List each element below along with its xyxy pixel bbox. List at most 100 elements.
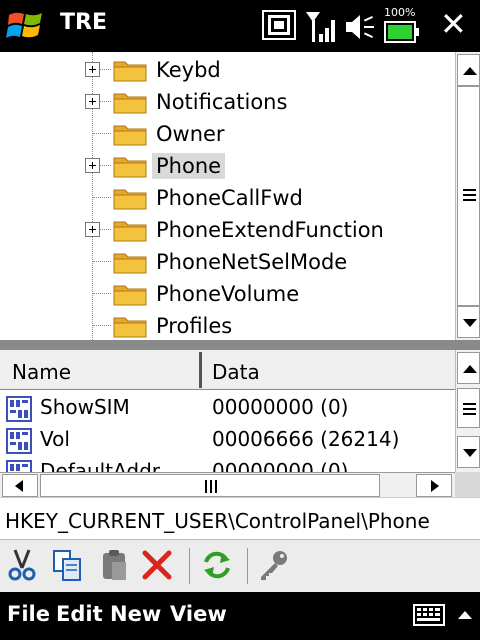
keyboard-sip-icon[interactable] xyxy=(413,604,445,626)
arrow-right-icon xyxy=(431,480,439,492)
tree-item-label: Notifications xyxy=(156,90,288,114)
tree-item-label: PhoneCallFwd xyxy=(156,186,303,210)
expand-plus-icon[interactable] xyxy=(85,158,100,173)
list-scroll-down-button[interactable] xyxy=(457,436,480,468)
arrow-up-icon xyxy=(463,365,477,373)
arrow-down-icon xyxy=(463,449,477,457)
value-name: DefaultAddr xyxy=(40,459,161,472)
registry-values-list[interactable]: Name Data ShowSIM 00000000 (0) Vol 00006666… xyxy=(0,350,455,472)
tree-scroll-down-button[interactable] xyxy=(457,306,480,338)
copy-icon[interactable] xyxy=(50,548,84,582)
toolbar xyxy=(0,539,480,592)
close-icon[interactable]: ✕ xyxy=(440,6,467,42)
tree-connector xyxy=(93,261,111,262)
keyboard-indicator-icon[interactable] xyxy=(262,10,296,40)
menu-view[interactable]: View xyxy=(170,602,227,626)
tree-scroll-thumb[interactable] xyxy=(457,86,480,306)
signal-icon[interactable] xyxy=(304,10,338,44)
scroll-right-button[interactable] xyxy=(416,474,452,497)
paste-icon[interactable] xyxy=(98,548,132,582)
tree-item-label: Keybd xyxy=(156,58,221,82)
list-item[interactable]: ShowSIM 00000000 (0) xyxy=(0,392,455,424)
folder-icon xyxy=(113,154,147,178)
arrow-left-icon xyxy=(15,480,23,492)
value-data: 00006666 (26214) xyxy=(212,427,400,451)
list-item[interactable]: Vol 00006666 (26214) xyxy=(0,424,455,456)
tree-connector xyxy=(93,133,111,134)
tree-vertical-scrollbar[interactable] xyxy=(455,52,480,340)
tree-item-label: Phone xyxy=(152,153,226,179)
folder-icon xyxy=(113,186,147,210)
cut-icon[interactable] xyxy=(5,548,39,582)
toolbar-separator xyxy=(247,548,248,584)
list-header: Name Data xyxy=(0,350,455,390)
battery-icon[interactable] xyxy=(384,20,420,44)
tree-item-label: PhoneNetSelMode xyxy=(156,250,348,274)
key-icon[interactable] xyxy=(256,548,290,582)
value-name: Vol xyxy=(40,427,70,451)
tree-item[interactable]: Phone xyxy=(0,149,455,181)
toolbar-separator xyxy=(189,548,190,584)
registry-value-icon xyxy=(6,460,32,472)
tree-scroll-up-button[interactable] xyxy=(457,54,480,86)
column-header-data[interactable]: Data xyxy=(212,360,260,384)
delete-icon[interactable] xyxy=(140,548,174,582)
value-name: ShowSIM xyxy=(40,395,130,419)
volume-icon[interactable] xyxy=(344,12,376,42)
tree-item-label: PhoneExtendFunction xyxy=(156,218,384,242)
horizontal-scroll-thumb[interactable] xyxy=(40,474,380,497)
menu-new[interactable]: New xyxy=(110,602,161,626)
menu-file[interactable]: File xyxy=(7,602,50,626)
column-separator[interactable] xyxy=(199,352,202,388)
column-header-name[interactable]: Name xyxy=(12,360,71,384)
registry-value-icon xyxy=(6,428,32,454)
menu-edit[interactable]: Edit xyxy=(56,602,103,626)
tree-item[interactable]: Profiles xyxy=(0,309,455,340)
folder-icon xyxy=(113,90,147,114)
folder-icon xyxy=(113,250,147,274)
folder-icon xyxy=(113,58,147,82)
list-vertical-scrollbar[interactable] xyxy=(455,350,480,472)
folder-icon xyxy=(113,314,147,338)
tree-connector xyxy=(93,325,111,326)
tree-item-label: Owner xyxy=(156,122,225,146)
scrollbar-corner xyxy=(455,472,480,497)
expand-plus-icon[interactable] xyxy=(85,62,100,77)
tree-item[interactable]: PhoneCallFwd xyxy=(0,181,455,213)
tree-item[interactable]: Notifications xyxy=(0,85,455,117)
list-scroll-thumb[interactable] xyxy=(457,388,480,428)
tree-connector xyxy=(93,197,111,198)
battery-percent: 100% xyxy=(384,6,416,19)
refresh-icon[interactable] xyxy=(200,548,234,582)
tree-item[interactable]: PhoneNetSelMode xyxy=(0,245,455,277)
list-scroll-up-button[interactable] xyxy=(457,352,480,384)
folder-icon xyxy=(113,218,147,242)
current-key-path: HKEY_CURRENT_USER\ControlPanel\Phone xyxy=(5,509,430,533)
list-horizontal-scrollbar[interactable] xyxy=(0,472,455,497)
value-data: 00000000 (0) xyxy=(212,459,349,472)
app-title: TRE xyxy=(60,10,107,35)
tree-item[interactable]: Keybd xyxy=(0,53,455,85)
value-data: 00000000 (0) xyxy=(212,395,349,419)
tree-item-label: PhoneVolume xyxy=(156,282,300,306)
folder-icon xyxy=(113,122,147,146)
arrow-down-icon xyxy=(463,319,477,327)
key-path-bar: HKEY_CURRENT_USER\ControlPanel\Phone xyxy=(0,497,480,539)
tree-connector xyxy=(93,293,111,294)
registry-value-icon xyxy=(6,396,32,422)
tree-item[interactable]: PhoneVolume xyxy=(0,277,455,309)
sip-menu-arrow-icon[interactable] xyxy=(458,611,472,619)
tree-item-label: Profiles xyxy=(156,314,233,338)
arrow-up-icon xyxy=(463,67,477,75)
expand-plus-icon[interactable] xyxy=(85,94,100,109)
tree-item[interactable]: PhoneExtendFunction xyxy=(0,213,455,245)
scroll-left-button[interactable] xyxy=(2,474,38,497)
list-item[interactable]: DefaultAddr 00000000 (0) xyxy=(0,456,455,472)
menu-bar: File Edit New View xyxy=(0,592,480,640)
title-bar: TRE 100% ✕ xyxy=(0,0,480,52)
expand-plus-icon[interactable] xyxy=(85,222,100,237)
start-icon[interactable] xyxy=(6,7,46,45)
pane-splitter[interactable] xyxy=(0,340,480,350)
tree-item[interactable]: Owner xyxy=(0,117,455,149)
registry-key-tree[interactable]: Keybd Notifications Owner Phone PhoneCallFwd… xyxy=(0,52,455,340)
